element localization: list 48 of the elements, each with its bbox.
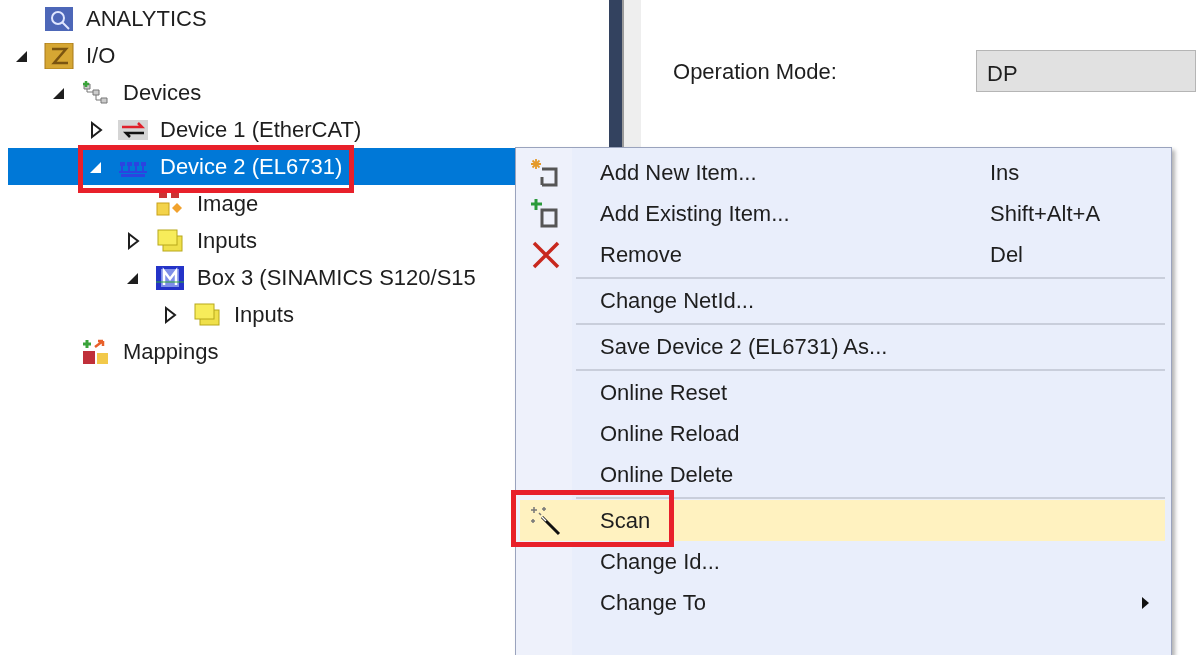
menu-item-label: Online Delete: [600, 461, 734, 489]
menu-item[interactable]: Change To: [520, 582, 1165, 623]
tree-item-label: Mappings: [123, 338, 219, 366]
menu-item-label: Remove: [600, 241, 682, 269]
menu-item-label: Add Existing Item...: [600, 200, 790, 228]
menu-item-label: Change Id...: [600, 548, 720, 576]
input-field[interactable]: DP: [976, 50, 1196, 92]
inputs-icon: [155, 227, 185, 254]
inputs-icon: [192, 301, 222, 328]
menu-item-label: Online Reload: [600, 420, 740, 448]
menu-item-label: Save Device 2 (EL6731) As...: [600, 333, 888, 361]
menu-item[interactable]: Change Id...: [520, 541, 1165, 582]
mappings-icon: [81, 338, 111, 365]
menu-item[interactable]: Save Device 2 (EL6731) As...: [520, 326, 1165, 367]
menu-item[interactable]: Remove Del: [520, 234, 1165, 275]
menu-item[interactable]: Scan: [520, 500, 1165, 541]
menu-item-label: Online Reset: [600, 379, 728, 407]
tree-item-label: ANALYTICS: [86, 5, 207, 33]
image-icon: [155, 190, 185, 217]
tree-item-label: Box 3 (SINAMICS S120/S15: [197, 264, 476, 292]
field-label: Operation Mode:: [673, 57, 838, 86]
tree-item-label: Device 1 (EtherCAT): [160, 116, 362, 144]
menu-item[interactable]: Change NetId...: [520, 280, 1165, 321]
analytics-icon: [44, 5, 74, 32]
shortcut-label: Del: [990, 241, 1023, 269]
menu-item[interactable]: Online Reload: [520, 413, 1165, 454]
tree-item-label: Inputs: [197, 227, 257, 255]
tree-item-label: I/O: [86, 42, 116, 70]
tree-item-label: Devices: [123, 79, 202, 107]
tree-item[interactable]: ANALYTICS: [8, 0, 610, 37]
shortcut-label: Ins: [990, 159, 1020, 187]
menu-item[interactable]: Online Reset: [520, 372, 1165, 413]
menu-item[interactable]: Online Delete: [520, 454, 1165, 495]
menu-item-label: Change To: [600, 589, 706, 617]
drive-box-icon: [155, 264, 185, 291]
io-folder-icon: [44, 42, 74, 69]
tree-item-label: Device 2 (EL6731): [160, 153, 343, 181]
tree-item[interactable]: Device 1 (EtherCAT): [8, 111, 610, 148]
menu-item-label: Change NetId...: [600, 287, 755, 315]
device-tree-icon: [81, 79, 111, 106]
tree-item-label: Inputs: [234, 301, 294, 329]
magic-wand-icon: [530, 504, 562, 537]
menu-item[interactable]: Add Existing Item... Shift+Alt+A: [520, 193, 1165, 234]
tree-item[interactable]: Devices: [8, 74, 610, 111]
tree-item[interactable]: I/O: [8, 37, 610, 74]
shortcut-label: Shift+Alt+A: [990, 200, 1101, 228]
tree-item-label: Image: [197, 190, 259, 218]
menu-item-label: Scan: [600, 507, 651, 535]
